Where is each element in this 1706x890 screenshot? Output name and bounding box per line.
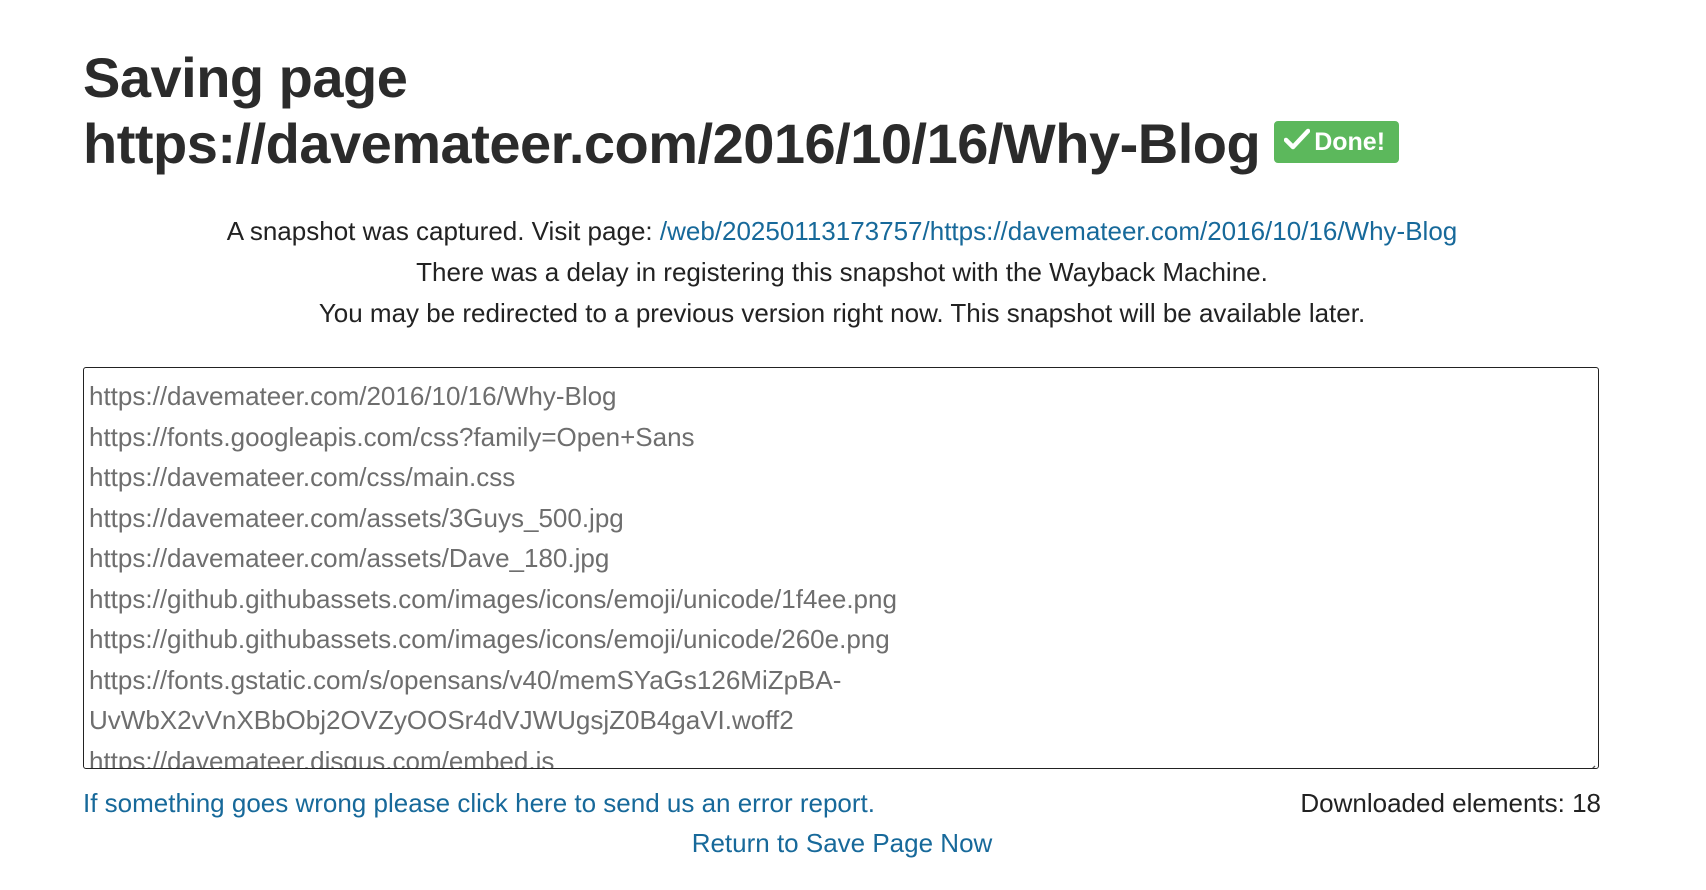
snapshot-captured-line: A snapshot was captured. Visit page: /we… [83,211,1601,252]
snapshot-link[interactable]: /web/20250113173757/https://davemateer.c… [660,216,1457,246]
save-page-container: Saving page https://davemateer.com/2016/… [83,45,1601,863]
return-to-save-page-now-link[interactable]: Return to Save Page Now [692,828,993,858]
url-log-line: https://github.githubassets.com/images/i… [89,624,890,654]
footer-row: If something goes wrong please click her… [83,783,1601,823]
return-row: Return to Save Page Now [83,823,1601,863]
url-log-line: https://fonts.gstatic.com/s/opensans/v40… [89,664,842,695]
downloaded-elements-count: Downloaded elements: 18 [1300,788,1601,818]
snapshot-info: A snapshot was captured. Visit page: /we… [83,211,1601,334]
url-log-line: https://davemateer.com/assets/3Guys_500.… [89,502,624,533]
error-report-link[interactable]: If something goes wrong please click her… [83,783,875,823]
url-log-line: https://davemateer.com/assets/Dave_180.j… [89,543,610,573]
status-badge-label: Done! [1314,128,1386,157]
page-title-prefix: Saving page [83,46,408,109]
redirect-notice: You may be redirected to a previous vers… [318,298,1366,328]
checkmark-icon [1283,127,1311,157]
downloaded-urls-textarea[interactable]: https://davemateer.com/2016/10/16/Why-Bl… [83,367,1599,769]
url-log-line: https://davemateer.disqus.com/embed.js [89,745,555,769]
url-log-line: https://github.githubassets.com/images/i… [89,583,897,614]
resize-grip-icon[interactable] [1580,750,1596,768]
page-title-url: https://davemateer.com/2016/10/16/Why-Bl… [83,112,1261,175]
status-badge: Done! [1274,121,1400,164]
url-log-line: https://davemateer.com/2016/10/16/Why-Bl… [89,381,617,411]
page-title: Saving page https://davemateer.com/2016/… [83,45,1601,177]
url-log-line: https://davemateer.com/css/main.css [89,462,516,492]
url-log-line: UvWbX2vVnXBbObj2OVZyOOSr4dVJWUgsjZ0B4gaV… [89,705,794,735]
snapshot-captured-text: A snapshot was captured. Visit page: [226,216,653,246]
url-log-line: https://fonts.googleapis.com/css?family=… [89,421,695,452]
delay-notice: There was a delay in registering this sn… [416,257,1268,287]
